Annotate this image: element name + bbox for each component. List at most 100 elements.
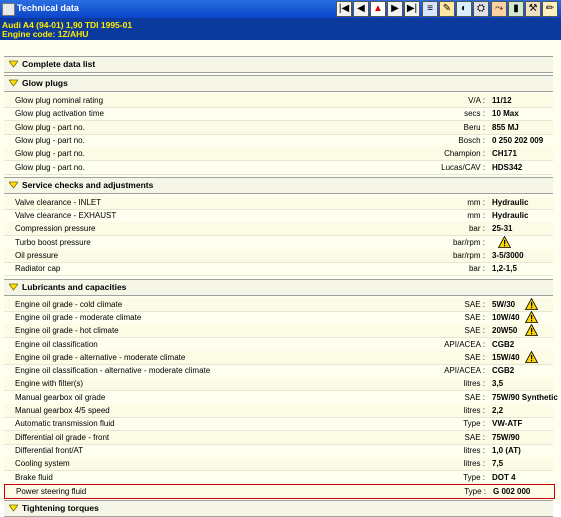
- row-label: Brake fluid: [15, 472, 53, 482]
- row-unit: litres :: [463, 379, 485, 389]
- row-unit: bar :: [468, 224, 485, 234]
- technical-data-panel[interactable]: Complete data list Glow plugs Glow plug no…: [0, 40, 561, 517]
- pencil-button[interactable]: ✏: [542, 1, 558, 17]
- row-unit: Type :: [463, 472, 485, 482]
- row-unit: litres :: [463, 406, 485, 415]
- data-row[interactable]: Manual gearbox 4/5 speed litres : 2,2: [4, 404, 553, 418]
- last-page-button[interactable]: ▶|: [404, 1, 420, 17]
- section-title: Complete data list: [22, 59, 96, 69]
- row-value: 1,0 (AT): [492, 445, 521, 455]
- row-label: Cooling system: [15, 459, 70, 469]
- row-value: Hydraulic: [492, 211, 529, 221]
- row-unit: SAE :: [464, 312, 485, 322]
- data-row[interactable]: Engine oil classification - alternative …: [4, 364, 553, 379]
- row-label: Manual gearbox 4/5 speed: [15, 406, 110, 415]
- vehicle-info-bar: Audi A4 (94-01) 1,90 TDI 1995-01 Engine …: [0, 18, 561, 40]
- row-unit: SAE :: [464, 432, 485, 442]
- tools-button[interactable]: ⚒: [525, 1, 541, 17]
- warning-icon[interactable]: [524, 297, 539, 310]
- app-icon: [2, 3, 15, 16]
- data-row[interactable]: Engine oil grade - hot climate SAE : 20W50: [4, 323, 553, 339]
- chevron-down-icon: [8, 283, 19, 291]
- section-header[interactable]: Complete data list: [4, 56, 553, 73]
- section-header[interactable]: Lubricants and capacities: [4, 278, 553, 296]
- warning-button[interactable]: ▲: [370, 1, 386, 17]
- battery-icon: ▮: [513, 3, 519, 14]
- section-title: Service checks and adjustments: [22, 179, 154, 190]
- row-value: 0 250 202 009: [492, 135, 544, 145]
- row-value: 20W50: [492, 326, 518, 336]
- section-header[interactable]: Glow plugs: [4, 75, 553, 92]
- data-row[interactable]: Oil pressure bar/rpm : 3-5/3000: [4, 249, 553, 263]
- row-label: Engine oil grade - cold climate: [15, 299, 123, 309]
- row-unit: Beru :: [463, 122, 485, 132]
- row-value: 11/12: [492, 96, 512, 105]
- data-row[interactable]: Engine oil grade - moderate climate SAE :…: [4, 310, 553, 325]
- tool-button[interactable]: ✎: [439, 1, 455, 17]
- data-row[interactable]: Manual gearbox oil grade SAE : 75W/90 Synt…: [4, 391, 558, 405]
- row-value: VW-ATF: [492, 419, 523, 429]
- row-value: G 002 000: [493, 486, 531, 496]
- row-label: Glow plug - part no.: [15, 149, 85, 159]
- data-row[interactable]: Radiator cap bar : 1,2-1,5: [4, 262, 553, 277]
- row-label: Turbo boost pressure: [15, 237, 91, 247]
- next-page-button[interactable]: ▶: [387, 1, 403, 17]
- row-label: Radiator cap: [15, 264, 61, 274]
- row-label: Power steering fluid: [16, 486, 87, 496]
- row-unit: Type :: [464, 486, 486, 496]
- chevron-down-icon: [8, 181, 19, 189]
- row-unit: litres :: [463, 459, 485, 469]
- data-row[interactable]: Glow plug - part no. Lucas/CAV : HDS342: [4, 161, 553, 175]
- gauge-button[interactable]: ◐: [456, 1, 472, 17]
- row-label: Engine oil classification: [15, 339, 98, 349]
- data-row[interactable]: Engine oil grade - cold climate SAE : 5W/3…: [4, 297, 553, 312]
- row-label: Glow plug - part no.: [15, 122, 85, 132]
- data-row[interactable]: Turbo boost pressure bar/rpm :: [4, 235, 553, 250]
- data-row[interactable]: Engine with filter(s) litres : 3,5: [4, 377, 553, 392]
- tools-icon: ⚒: [528, 3, 538, 14]
- data-row[interactable]: Glow plug - part no. Champion : CH171: [4, 147, 553, 162]
- data-row[interactable]: Valve clearance - INLET mm : Hydraulic: [4, 195, 553, 210]
- car-button[interactable]: ⛭: [473, 1, 489, 17]
- prev-page-button[interactable]: ◀: [353, 1, 369, 17]
- row-value: CH171: [492, 149, 517, 159]
- data-row[interactable]: Compression pressure bar : 25-31: [4, 222, 553, 237]
- row-value: 10 Max: [492, 109, 519, 119]
- row-label: Engine oil grade - moderate climate: [15, 312, 142, 322]
- data-row[interactable]: Automatic transmission fluid Type : VW-ATF: [4, 417, 553, 432]
- row-unit: bar/rpm :: [452, 237, 485, 247]
- data-row[interactable]: Glow plug - part no. Bosch : 0 250 202 009: [4, 134, 553, 148]
- row-value: 75W/90: [492, 432, 520, 442]
- data-row[interactable]: Brake fluid Type : DOT 4: [4, 471, 553, 485]
- doc-button[interactable]: ≡: [422, 1, 438, 17]
- row-label: Valve clearance - EXHAUST: [15, 211, 117, 221]
- data-row[interactable]: Engine oil classification API/ACEA : CGB2: [4, 338, 553, 352]
- pencil-icon: ✏: [545, 3, 555, 14]
- data-row[interactable]: Differential front/AT litres : 1,0 (AT): [4, 444, 553, 458]
- row-label: Differential front/AT: [15, 445, 84, 455]
- brush-button[interactable]: ⤳: [491, 1, 507, 17]
- data-row[interactable]: Valve clearance - EXHAUST mm : Hydraulic: [4, 209, 553, 224]
- row-value: 855 MJ: [492, 122, 519, 132]
- data-row[interactable]: Glow plug nominal rating V/A : 11/12: [4, 94, 553, 108]
- brush-icon: ⤳: [495, 3, 503, 14]
- row-value: CGB2: [492, 339, 515, 349]
- data-row[interactable]: Glow plug - part no. Beru : 855 MJ: [4, 120, 553, 135]
- data-row[interactable]: Power steering fluid Type : G 002 000: [4, 483, 555, 499]
- first-page-button[interactable]: |◀: [336, 1, 352, 17]
- warning-icon[interactable]: [524, 310, 539, 323]
- data-row[interactable]: Engine oil grade - alternative - moderat…: [4, 350, 553, 365]
- warning-icon[interactable]: [497, 235, 512, 248]
- row-label: Manual gearbox oil grade: [15, 392, 106, 402]
- row-unit: mm :: [467, 211, 485, 221]
- row-unit: litres :: [463, 445, 485, 455]
- battery-button[interactable]: ▮: [508, 1, 524, 17]
- row-unit: bar :: [468, 264, 485, 274]
- warning-icon[interactable]: [524, 323, 539, 337]
- data-row[interactable]: Glow plug activation time secs : 10 Max: [4, 107, 553, 122]
- row-label: Oil pressure: [15, 251, 59, 260]
- section-header[interactable]: Service checks and adjustments: [4, 176, 553, 194]
- warning-icon[interactable]: [524, 350, 539, 363]
- data-row[interactable]: Differential oil grade - front SAE : 75W/9…: [4, 430, 553, 445]
- data-row[interactable]: Cooling system litres : 7,5: [4, 457, 553, 472]
